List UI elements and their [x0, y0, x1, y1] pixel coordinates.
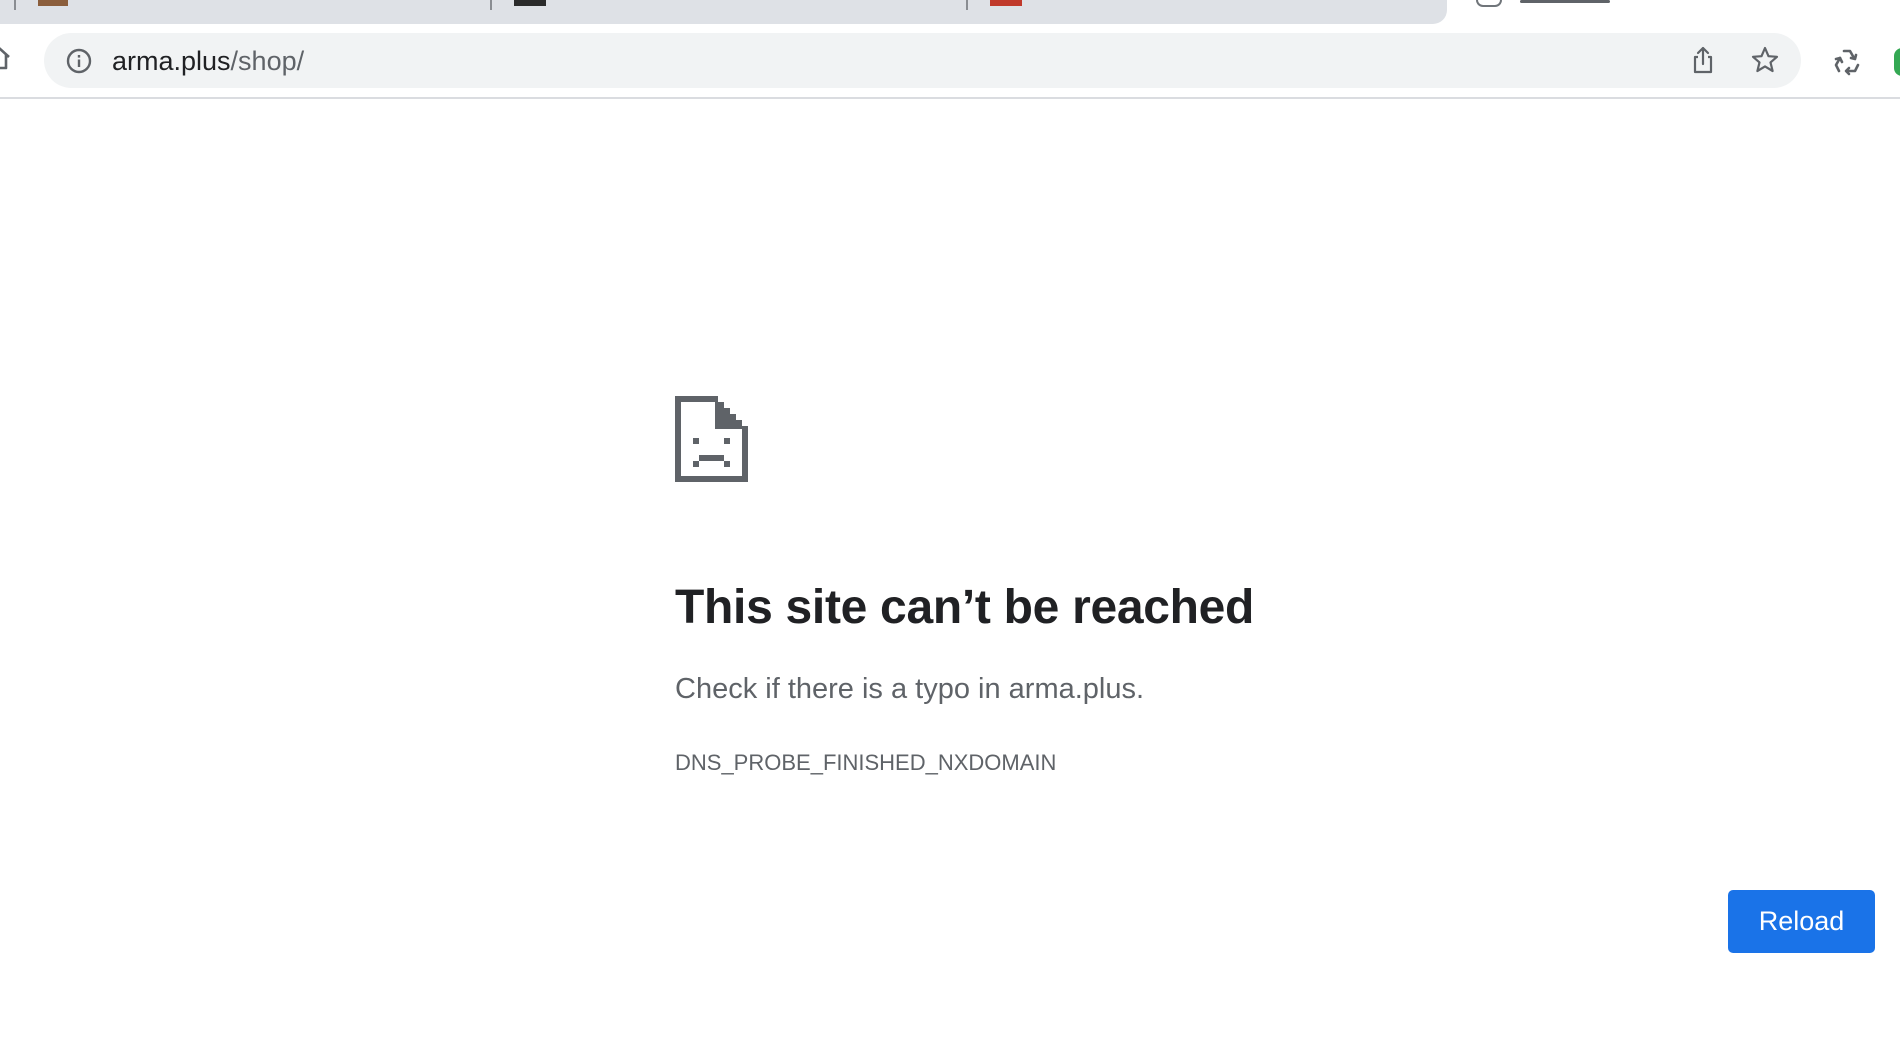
star-icon[interactable]	[1750, 45, 1780, 75]
url-text[interactable]: arma.plus/shop/	[112, 46, 304, 76]
avatar[interactable]	[1894, 48, 1900, 76]
tab-favicon	[514, 0, 546, 6]
active-tab-title[interactable]	[1520, 0, 1610, 3]
home-icon[interactable]	[0, 45, 12, 71]
url-host: arma.plus	[112, 46, 231, 76]
tab-favicon	[990, 0, 1022, 6]
recycle-icon[interactable]	[1830, 45, 1864, 79]
info-icon[interactable]	[66, 48, 92, 74]
error-page: This site can’t be reached Check if ther…	[0, 99, 1900, 1058]
browser-toolbar: arma.plus/shop/	[0, 0, 1900, 99]
tab-favicon	[38, 0, 68, 6]
tab[interactable]	[492, 0, 964, 24]
sad-page-icon	[675, 396, 748, 482]
share-icon[interactable]	[1688, 45, 1718, 75]
reload-button[interactable]: Reload	[1728, 890, 1875, 953]
error-code: DNS_PROBE_FINISHED_NXDOMAIN	[675, 750, 1057, 775]
tab[interactable]	[16, 0, 488, 24]
error-title: This site can’t be reached	[675, 581, 1255, 634]
globe-icon	[1476, 0, 1502, 7]
address-bar[interactable]: arma.plus/shop/	[44, 33, 1801, 88]
tab-strip	[0, 0, 1447, 24]
tab[interactable]	[968, 0, 1438, 24]
error-suggestion: Check if there is a typo in arma.plus.	[675, 673, 1145, 705]
url-path: /shop/	[230, 46, 305, 76]
